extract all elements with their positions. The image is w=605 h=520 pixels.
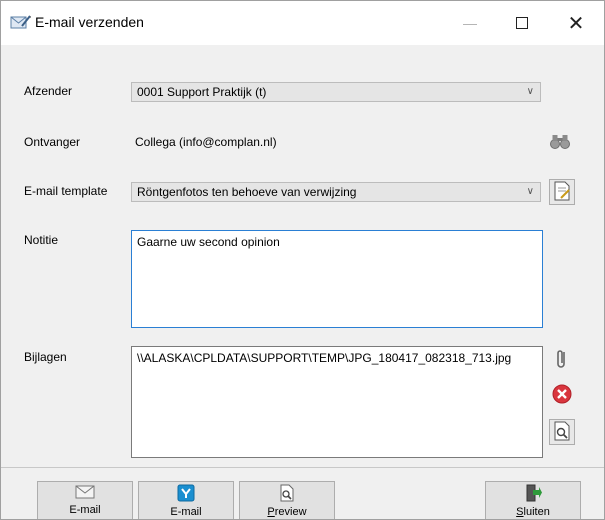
search-recipient-button[interactable] — [547, 129, 573, 155]
remove-attachment-button[interactable] — [549, 382, 575, 408]
window-title: E-mail verzenden — [35, 14, 144, 30]
sender-value: 0001 Support Praktijk (t) — [137, 85, 267, 99]
envelope-icon — [75, 484, 95, 503]
attachments-list[interactable]: \\ALASKA\CPLDATA\SUPPORT\TEMP\JPG_180417… — [131, 346, 543, 458]
view-attachment-button[interactable] — [549, 419, 575, 445]
chevron-down-icon: ∨ — [526, 186, 534, 197]
close-dialog-label: Sluiten — [516, 506, 550, 518]
note-text: Gaarne uw second opinion — [137, 235, 280, 249]
title-bar[interactable]: E-mail verzenden — ✕ — [1, 1, 604, 45]
chevron-down-icon: ∨ — [526, 86, 534, 97]
note-textarea[interactable]: Gaarne uw second opinion — [131, 230, 543, 328]
close-icon: ✕ — [567, 12, 585, 35]
template-label: E-mail template — [24, 184, 108, 198]
email-dialog: E-mail verzenden — ✕ Afzender 0001 Suppo… — [0, 0, 605, 520]
maximize-icon — [516, 17, 528, 29]
template-select[interactable]: Röntgenfotos ten behoeve van verwijzing … — [131, 182, 541, 202]
maximize-button[interactable] — [499, 1, 545, 45]
email-pencil-icon — [10, 14, 32, 30]
close-dialog-button[interactable]: Sluiten — [485, 481, 581, 519]
binoculars-icon — [549, 132, 571, 153]
sender-label: Afzender — [24, 84, 73, 98]
document-magnifier-icon — [553, 421, 571, 444]
minimize-icon: — — [463, 15, 477, 31]
note-label: Notitie — [24, 233, 59, 247]
template-value: Röntgenfotos ten behoeve van verwijzing — [137, 185, 357, 199]
send-email-button[interactable]: E-mail — [37, 481, 133, 519]
divider — [1, 467, 604, 468]
send-secure-email-label: E-mail — [170, 506, 202, 518]
paperclip-icon — [555, 348, 569, 373]
document-edit-icon — [553, 181, 571, 204]
attachment-item[interactable]: \\ALASKA\CPLDATA\SUPPORT\TEMP\JPG_180417… — [137, 351, 537, 365]
recipient-label: Ontvanger — [24, 135, 81, 149]
exit-door-icon — [524, 484, 542, 505]
document-magnifier-icon — [279, 484, 295, 505]
close-window-button[interactable]: ✕ — [553, 1, 599, 45]
preview-label: Preview — [267, 506, 307, 518]
sender-select[interactable]: 0001 Support Praktijk (t) ∨ — [131, 82, 541, 102]
attachments-label: Bijlagen — [24, 350, 67, 364]
recipient-value: Collega (info@complan.nl) — [135, 135, 277, 149]
remove-x-icon — [551, 383, 573, 408]
send-email-label: E-mail — [69, 504, 101, 516]
preview-button[interactable]: Preview — [239, 481, 335, 519]
minimize-button[interactable]: — — [447, 1, 493, 45]
send-secure-email-button[interactable]: E-mail — [138, 481, 234, 519]
secure-mail-icon — [176, 484, 196, 505]
add-attachment-button[interactable] — [549, 347, 575, 373]
edit-template-button[interactable] — [549, 179, 575, 205]
